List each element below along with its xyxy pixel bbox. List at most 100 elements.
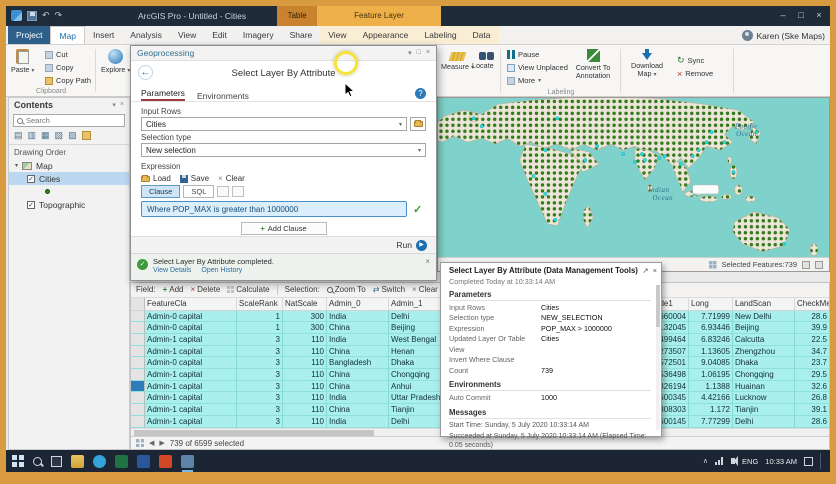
taskbar-app-icon[interactable] xyxy=(93,455,106,468)
switch-selection-button[interactable]: ⇄Switch xyxy=(373,285,405,294)
redo-icon[interactable]: ↷ xyxy=(55,10,63,21)
view-unplaced-button[interactable]: View Unplaced xyxy=(504,61,566,74)
tree-item-map[interactable]: ▾ Map xyxy=(9,159,129,172)
row-selector[interactable] xyxy=(131,404,145,416)
ribbon-tab[interactable]: Map xyxy=(50,26,85,44)
where-clause[interactable]: Where POP_MAX is greater than 1000000 xyxy=(141,201,407,217)
environments-section-header[interactable]: Environments xyxy=(449,380,651,391)
contents-search-box[interactable] xyxy=(13,114,125,127)
scrollbar-thumb[interactable] xyxy=(656,285,660,327)
language-indicator[interactable]: ENG xyxy=(742,457,758,466)
tray-expand-icon[interactable]: ∧ xyxy=(703,457,708,465)
copy-button[interactable]: Copy xyxy=(42,61,94,74)
dismiss-message-icon[interactable]: × xyxy=(425,257,430,277)
copy-path-button[interactable]: Copy Path xyxy=(42,74,94,87)
map-notification-icon[interactable] xyxy=(815,261,823,269)
cities-symbol-row[interactable] xyxy=(9,185,129,198)
messages-section-header[interactable]: Messages xyxy=(449,408,651,419)
contents-view-icon[interactable]: ▥ xyxy=(28,130,37,141)
close-button[interactable]: × xyxy=(810,6,828,26)
parameters-section-header[interactable]: Parameters xyxy=(449,290,651,301)
clause-mode-button[interactable]: Clause xyxy=(141,185,180,198)
clock[interactable]: 10:33 AM xyxy=(765,457,797,466)
contextual-tab[interactable]: Data xyxy=(465,26,499,44)
sync-button[interactable]: ↻Sync xyxy=(674,54,730,67)
zoom-to-button[interactable]: Zoom To xyxy=(327,285,366,294)
taskbar-app-icon[interactable] xyxy=(181,455,194,468)
notification-center-icon[interactable] xyxy=(804,457,813,466)
contents-view-icon[interactable]: ▤ xyxy=(14,130,23,141)
pane-close-icon[interactable]: × xyxy=(426,49,430,57)
row-selector[interactable] xyxy=(131,346,145,358)
clear-selection-button[interactable]: ×Clear xyxy=(412,285,438,294)
ribbon-tab[interactable]: View xyxy=(170,26,204,44)
row-selector[interactable] xyxy=(131,357,145,369)
contextual-tab[interactable]: Appearance xyxy=(355,26,417,44)
taskbar-app-icon[interactable] xyxy=(115,455,128,468)
delete-field-button[interactable]: ×Delete xyxy=(190,285,220,294)
contextual-tab[interactable]: Labeling xyxy=(416,26,464,44)
previous-record-icon[interactable]: ◀ xyxy=(149,439,154,447)
column-header[interactable]: Admin_0 xyxy=(327,298,389,310)
input-rows-combo[interactable]: Cities ▾ xyxy=(141,117,407,131)
more-labeling-button[interactable]: More ▾ xyxy=(504,74,566,87)
task-view-icon[interactable] xyxy=(51,456,62,467)
paste-button[interactable]: Paste ▾ xyxy=(9,47,36,77)
load-expression-button[interactable]: Load xyxy=(141,174,171,183)
row-selector[interactable] xyxy=(131,334,145,346)
ribbon-tab[interactable]: Share xyxy=(282,26,321,44)
tab-environments[interactable]: Environments xyxy=(197,91,249,101)
row-selector[interactable] xyxy=(131,416,145,428)
contents-view-icon[interactable]: ▧ xyxy=(55,130,64,141)
clause-tool-icon[interactable] xyxy=(232,186,244,197)
column-header[interactable]: FeatureCla xyxy=(145,298,237,310)
open-history-link[interactable]: Open History xyxy=(201,267,242,274)
tree-item-topographic[interactable]: ✓ Topographic xyxy=(9,198,129,211)
results-scrollbar[interactable] xyxy=(656,285,660,430)
browse-button[interactable] xyxy=(410,117,426,131)
pane-pin-icon[interactable]: □ xyxy=(417,49,421,57)
tree-item-cities[interactable]: ✓ Cities xyxy=(9,172,129,185)
column-header[interactable]: ScaleRank xyxy=(237,298,283,310)
explore-button[interactable]: Explore ▾ xyxy=(99,47,132,77)
help-icon[interactable]: ? xyxy=(415,88,426,99)
row-selector[interactable] xyxy=(131,392,145,404)
remove-button[interactable]: ×Remove xyxy=(674,67,730,80)
show-desktop-button[interactable] xyxy=(820,453,822,469)
taskbar-search-icon[interactable] xyxy=(33,457,42,466)
contents-view-icon[interactable]: ▦ xyxy=(41,130,50,141)
select-all-corner[interactable] xyxy=(131,298,145,310)
tab-parameters[interactable]: Parameters xyxy=(141,88,185,101)
save-expression-button[interactable]: Save xyxy=(180,174,209,183)
pane-menu-icon[interactable]: ▾ xyxy=(112,101,116,109)
back-button[interactable]: ← xyxy=(138,65,153,80)
scrollbar-thumb[interactable] xyxy=(134,430,374,436)
add-field-button[interactable]: +Add xyxy=(163,285,184,294)
taskbar-app-icon[interactable] xyxy=(159,455,172,468)
pane-menu-icon[interactable]: ▾ xyxy=(408,49,412,57)
next-record-icon[interactable]: ▶ xyxy=(159,439,164,447)
ribbon-tab[interactable]: Analysis xyxy=(122,26,170,44)
ribbon-tab[interactable]: Insert xyxy=(85,26,122,44)
ribbon-tab[interactable]: Edit xyxy=(204,26,235,44)
contextual-group-feature-layer[interactable]: Feature Layer xyxy=(317,6,441,26)
convert-to-annotation-button[interactable]: Convert To Annotation xyxy=(568,47,618,83)
add-clause-button[interactable]: + Add Clause xyxy=(241,222,327,235)
speaker-icon[interactable] xyxy=(731,458,735,464)
locate-button[interactable]: Locate xyxy=(470,47,496,72)
taskbar-app-icon[interactable] xyxy=(137,455,150,468)
start-button-icon[interactable] xyxy=(12,455,24,467)
undo-icon[interactable]: ↶ xyxy=(42,10,50,21)
view-details-link[interactable]: View Details xyxy=(153,267,191,274)
row-selector[interactable] xyxy=(131,311,145,323)
taskbar-app-icon[interactable] xyxy=(71,455,84,468)
column-header[interactable]: NatScale xyxy=(283,298,327,310)
selection-list-icon[interactable] xyxy=(709,261,717,269)
close-results-icon[interactable]: × xyxy=(653,266,657,275)
contents-view-icon[interactable]: ▨ xyxy=(68,130,77,141)
row-selector[interactable] xyxy=(131,369,145,381)
clear-expression-button[interactable]: ×Clear xyxy=(218,174,245,183)
maximize-button[interactable]: □ xyxy=(792,6,810,26)
calculate-button[interactable]: Calculate xyxy=(227,285,269,294)
contents-options-icon[interactable] xyxy=(82,131,91,140)
